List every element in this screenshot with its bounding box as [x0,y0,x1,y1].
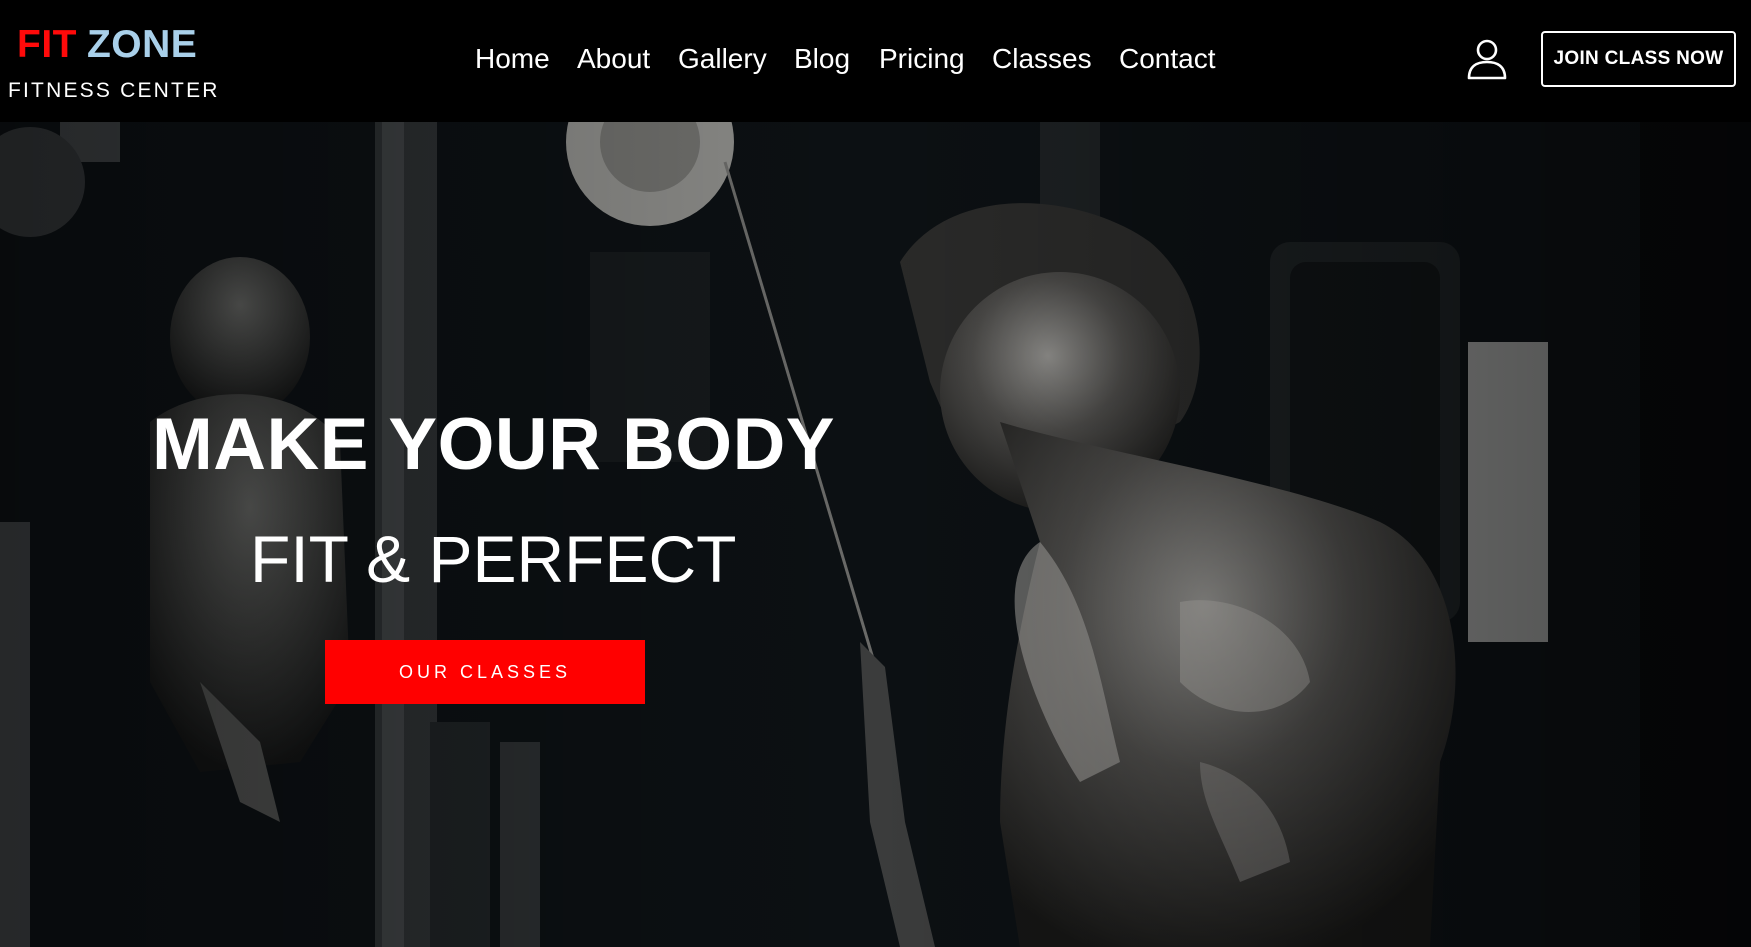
hero-subtitle: FIT & PERFECT [250,522,737,596]
nav-item-blog[interactable]: Blog [794,36,850,82]
join-class-button[interactable]: JOIN CLASS NOW [1541,31,1736,87]
nav-item-classes[interactable]: Classes [992,36,1092,82]
logo-title: FIT ZONE [17,22,197,68]
our-classes-button[interactable]: OUR CLASSES [325,640,645,704]
nav-item-gallery[interactable]: Gallery [678,36,767,82]
logo[interactable]: FIT ZONE FITNESS CENTER [8,22,217,108]
nav-item-pricing[interactable]: Pricing [879,36,965,82]
logo-tagline: FITNESS CENTER [8,79,220,102]
logo-zone-text: ZONE [86,23,198,66]
nav-item-about[interactable]: About [577,36,650,82]
nav-item-contact[interactable]: Contact [1119,36,1216,82]
logo-fit-text: FIT [17,23,77,66]
user-icon[interactable] [1466,38,1508,80]
hero-section: MAKE YOUR BODY FIT & PERFECT OUR CLASSES [0,122,1751,947]
nav-item-home[interactable]: Home [475,36,550,82]
hero-title: MAKE YOUR BODY [152,404,835,485]
site-header: FIT ZONE FITNESS CENTER Home About Galler… [0,0,1751,122]
